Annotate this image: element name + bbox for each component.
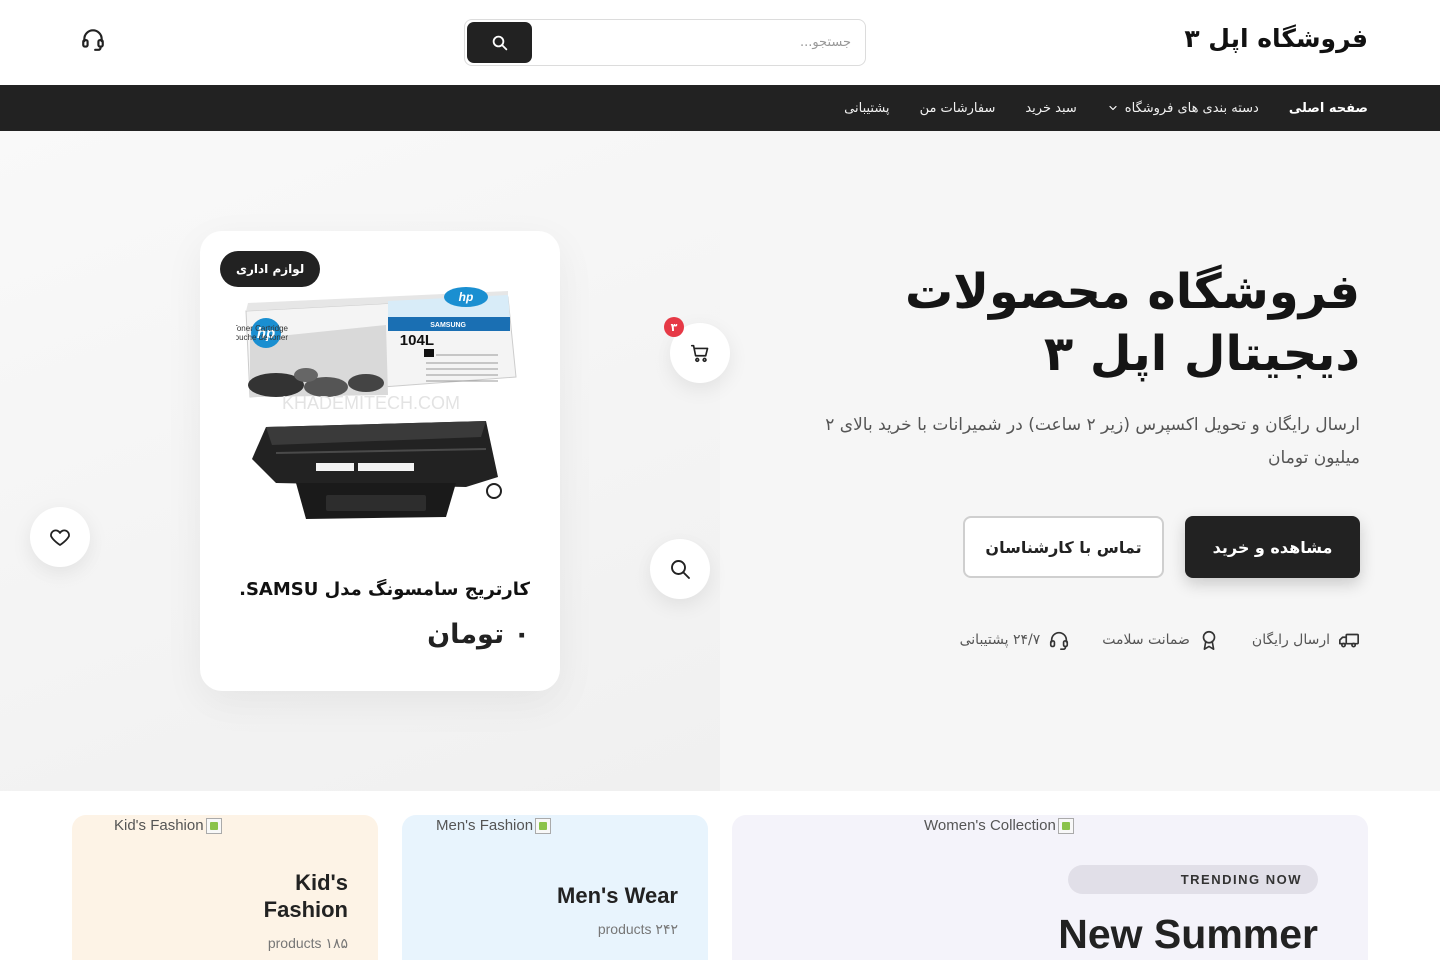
nav-item-cart[interactable]: سبد خرید: [1025, 101, 1076, 116]
headset-icon[interactable]: [80, 26, 106, 52]
nav-item-orders[interactable]: سفارشات من: [920, 101, 996, 116]
trending-badge: TRENDING NOW: [1068, 865, 1318, 894]
category-image-men: Men's Fashion: [436, 817, 552, 834]
nav-item-categories[interactable]: دسته بندی های فروشگاه: [1107, 101, 1259, 116]
box-model-label: 104L: [400, 332, 434, 349]
search-button[interactable]: [467, 22, 532, 63]
category-image-women: Women's Collection: [924, 817, 1074, 834]
hero-title: فروشگاه محصولات دیجیتال اپل ۳: [800, 261, 1360, 385]
nav-item-support[interactable]: پشتیبانی: [844, 101, 889, 116]
hero-title-line1: فروشگاه محصولات: [905, 264, 1360, 320]
search-icon: [671, 560, 690, 579]
contact-experts-button[interactable]: تماس با کارشناسان: [963, 516, 1164, 578]
category-title-line2: Fashion: [263, 897, 348, 922]
product-price: ۰ تومان: [427, 619, 530, 650]
hero-subtitle: ارسال رایگان و تحویل اکسپرس (زیر ۲ ساعت)…: [825, 415, 1360, 468]
feature-label: ارسال رایگان: [1251, 632, 1330, 648]
hero-features: ارسال رایگان ضمانت سلامت ۲۴/۷ پشتیبانی: [960, 629, 1360, 651]
nav-item-label: سفارشات من: [919, 100, 996, 116]
broken-image-icon: [1057, 817, 1074, 834]
svg-text:SAMSUNG: SAMSUNG: [430, 322, 466, 329]
image-watermark: KHADEMITECH.COM: [282, 393, 460, 413]
site-header: فروشگاه اپل ۳: [0, 0, 1440, 85]
site-logo[interactable]: فروشگاه اپل ۳: [1184, 24, 1368, 53]
search-icon: [492, 35, 507, 50]
feature-free-shipping: ارسال رایگان: [1252, 629, 1360, 651]
add-to-cart-button[interactable]: ۳: [664, 317, 730, 383]
category-title: Kid's Fashion: [264, 869, 348, 923]
chevron-down-icon: [1109, 105, 1117, 111]
category-title-line1: Kid's: [295, 870, 348, 895]
feature-guarantee: ضمانت سلامت: [1102, 629, 1220, 651]
category-card-men[interactable]: Men's Fashion Men's Wear products ۲۴۲: [402, 815, 708, 960]
svg-text:Toner Cartridge: Toner Cartridge: [236, 324, 289, 333]
shop-now-button[interactable]: مشاهده و خرید: [1185, 516, 1360, 578]
hero-section: فروشگاه محصولات دیجیتال اپل ۳ ارسال رایگ…: [0, 131, 1440, 791]
quick-view-button[interactable]: [650, 539, 710, 599]
nav-item-label: دسته بندی های فروشگاه: [1124, 100, 1259, 116]
svg-text:hp: hp: [459, 290, 474, 304]
headset-icon: [1050, 631, 1069, 650]
image-alt-text: Women's Collection: [924, 817, 1056, 834]
category-card-kids[interactable]: Kid's Fashion Kid's Fashion products ۱۸۵: [72, 815, 378, 960]
cart-icon: [690, 344, 709, 363]
award-icon: [1202, 630, 1216, 650]
search-input[interactable]: [535, 20, 865, 65]
cart-count-badge: ۳: [664, 317, 684, 337]
product-image[interactable]: hp Toner Cartridge Cartouche de toner SA…: [236, 277, 526, 547]
category-image-kids: Kid's Fashion: [114, 817, 222, 834]
search-box: [464, 19, 866, 66]
category-title: Men's Wear: [557, 883, 678, 908]
feature-support: ۲۴/۷ پشتیبانی: [960, 629, 1071, 651]
nav-item-label: صفحه اصلی: [1288, 100, 1368, 116]
svg-text:Cartouche de toner: Cartouche de toner: [236, 333, 288, 342]
image-alt-text: Men's Fashion: [436, 817, 534, 834]
category-card-women[interactable]: Women's Collection TRENDING NOW New Summ…: [732, 815, 1368, 960]
category-count: products ۲۴۲: [597, 921, 678, 937]
nav-item-home[interactable]: صفحه اصلی: [1289, 101, 1368, 116]
feature-label: ۲۴/۷ پشتیبانی: [959, 632, 1041, 648]
feature-label: ضمانت سلامت: [1102, 632, 1190, 648]
nav-item-label: سبد خرید: [1025, 100, 1077, 116]
nav-item-label: پشتیبانی: [844, 100, 890, 116]
hero-title-line2: دیجیتال اپل ۳: [1043, 326, 1360, 382]
product-name[interactable]: کارتریج سامسونگ مدل SAMSU...: [240, 579, 530, 600]
nav-list: صفحه اصلی دسته بندی های فروشگاه سبد خرید…: [844, 85, 1368, 131]
wishlist-button[interactable]: [30, 507, 90, 567]
truck-icon: [1339, 633, 1359, 648]
broken-image-icon: [205, 817, 222, 834]
main-nav: صفحه اصلی دسته بندی های فروشگاه سبد خرید…: [0, 85, 1440, 131]
product-card[interactable]: لوازم اداری hp Toner Cartridge Cartouche…: [200, 231, 560, 691]
category-title: New Summer: [1058, 911, 1318, 957]
category-count: products ۱۸۵: [267, 935, 348, 951]
broken-image-icon: [535, 817, 552, 834]
heart-icon: [50, 529, 70, 546]
image-alt-text: Kid's Fashion: [114, 817, 204, 834]
